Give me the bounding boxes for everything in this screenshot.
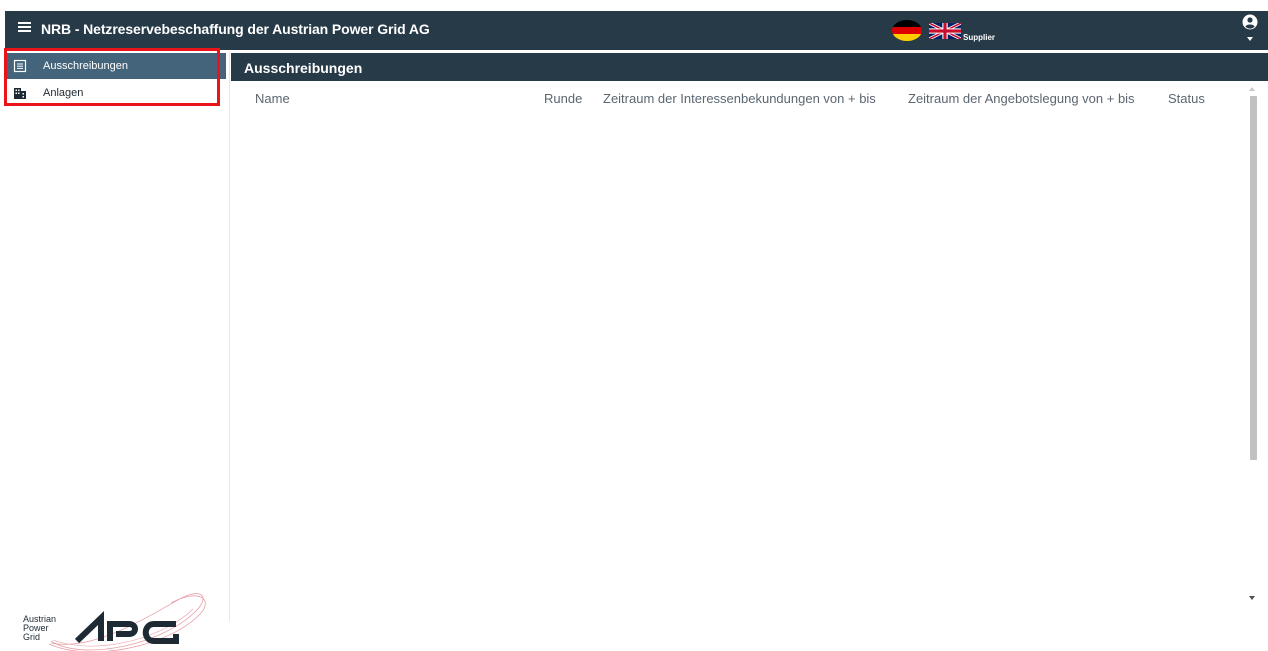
user-account-icon[interactable] [1242, 14, 1258, 30]
vertical-scrollbar[interactable] [1245, 83, 1261, 603]
app-title: NRB - Netzreservebeschaffung der Austria… [41, 21, 430, 37]
column-header-status[interactable]: Status [1168, 91, 1205, 106]
scroll-down-icon[interactable] [1249, 596, 1255, 600]
scroll-thumb[interactable] [1250, 96, 1257, 460]
section-header: Ausschreibungen [231, 53, 1268, 81]
column-header-name[interactable]: Name [255, 91, 290, 106]
sidebar-item-anlagen[interactable]: Anlagen [5, 80, 226, 106]
section-title: Ausschreibungen [244, 60, 363, 76]
sidebar-item-ausschreibungen[interactable]: Ausschreibungen [5, 53, 226, 79]
header-divider [228, 50, 1268, 52]
german-flag-icon[interactable] [892, 20, 922, 41]
column-header-offer-period[interactable]: Zeitraum der Angebotslegung von + bis [908, 91, 1135, 106]
list-icon [13, 59, 27, 73]
sidebar-item-label: Ausschreibungen [43, 60, 129, 72]
uk-flag-icon[interactable] [929, 20, 961, 42]
chevron-down-icon[interactable] [1247, 37, 1253, 41]
user-role-label: Supplier [963, 33, 996, 42]
building-icon [14, 88, 26, 99]
top-app-bar: NRB - Netzreservebeschaffung der Austria… [5, 11, 1268, 50]
apg-logo: Austrian Power Grid [23, 593, 206, 651]
sidebar: Ausschreibungen Anlagen Austrian Power G… [5, 52, 230, 651]
sidebar-item-label: Anlagen [43, 87, 84, 99]
menu-icon[interactable] [18, 22, 31, 32]
scroll-up-icon[interactable] [1249, 87, 1255, 91]
logo-text-line: Grid [23, 632, 40, 642]
column-header-runde[interactable]: Runde [544, 91, 582, 106]
column-header-interest-period[interactable]: Zeitraum der Interessenbekundungen von +… [603, 91, 876, 106]
